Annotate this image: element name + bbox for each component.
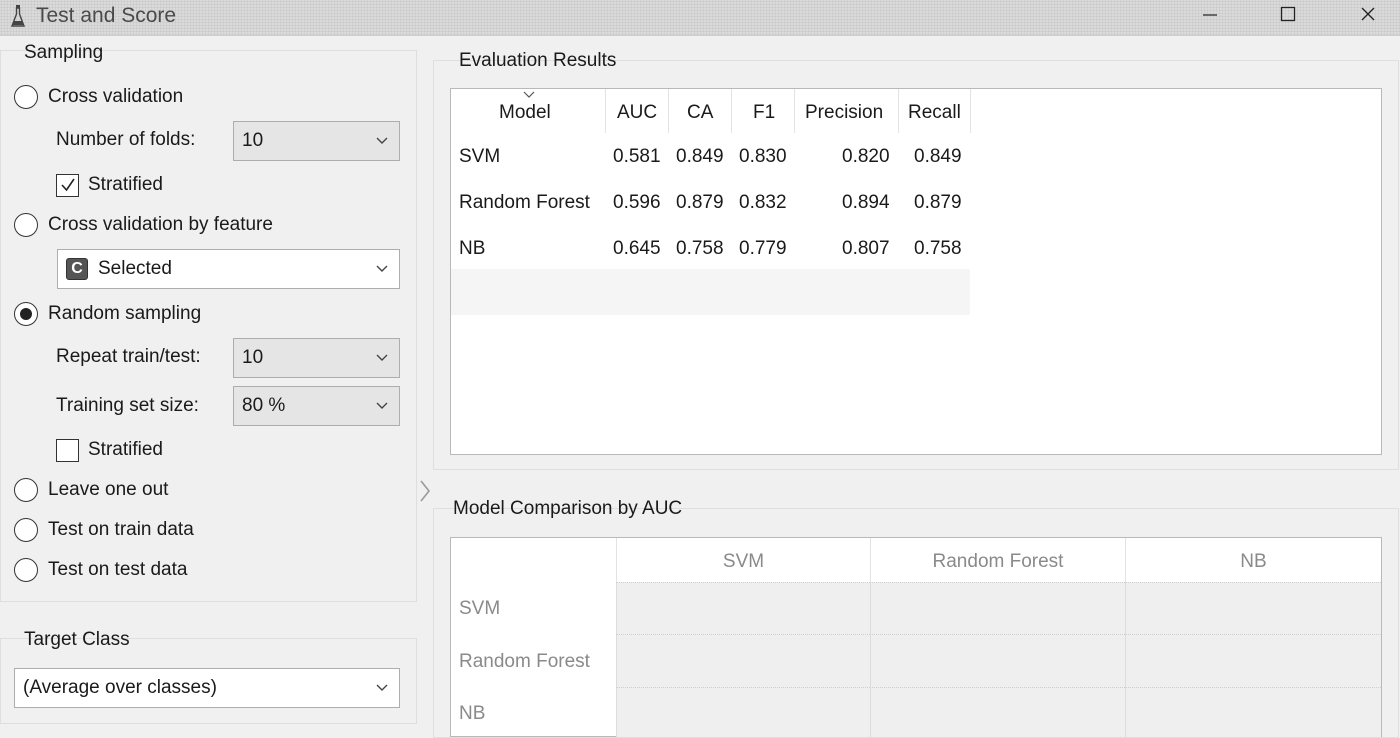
radio-test-on-train[interactable]: Test on train data (14, 516, 194, 544)
minimize-button[interactable] (1180, 0, 1240, 28)
stratified-cv-checkbox[interactable]: Stratified (56, 173, 163, 197)
train-size-select[interactable]: 80 % (233, 386, 400, 426)
table-cell: 0.849 (676, 146, 724, 167)
radio-button[interactable] (14, 302, 38, 326)
minimize-icon (1203, 14, 1217, 16)
column-header-auc[interactable]: AUC (617, 102, 657, 124)
chevron-right-icon[interactable] (418, 478, 432, 504)
radio-button[interactable] (14, 85, 38, 109)
table-row-highlight (451, 269, 970, 315)
table-cell: 0.894 (842, 192, 890, 213)
radio-cv-by-feature[interactable]: Cross validation by feature (14, 211, 273, 239)
chevron-down-icon (376, 137, 388, 144)
maximize-button[interactable] (1258, 0, 1318, 28)
comparison-cell (1125, 634, 1381, 687)
target-class-value: (Average over classes) (23, 677, 217, 698)
sort-indicator-icon (523, 91, 535, 98)
comparison-row-header: SVM (459, 598, 501, 619)
comparison-cell (616, 634, 870, 687)
checkbox-box[interactable] (56, 438, 79, 462)
chevron-down-icon (376, 265, 388, 272)
chevron-down-icon (376, 684, 388, 691)
comparison-row-header: Random Forest (459, 651, 590, 672)
train-size-value: 80 % (242, 395, 286, 416)
table-cell: 0.849 (914, 146, 962, 167)
table-cell: 0.645 (613, 238, 661, 259)
target-class-select[interactable]: (Average over classes) (14, 668, 400, 708)
checkmark-icon (60, 178, 75, 192)
table-cell: 0.758 (676, 238, 724, 259)
column-header-ca[interactable]: CA (687, 102, 713, 124)
feature-select[interactable]: C Selected (57, 249, 400, 289)
comparison-title: Model Comparison by AUC (453, 498, 683, 519)
table-cell: 0.820 (842, 146, 890, 167)
radio-label: Leave one out (48, 479, 169, 500)
chevron-down-icon (376, 402, 388, 409)
radio-leave-one-out[interactable]: Leave one out (14, 476, 168, 504)
radio-test-on-test[interactable]: Test on test data (14, 556, 187, 584)
comparison-column-header: SVM (722, 551, 765, 572)
column-header-recall[interactable]: Recall (908, 102, 961, 124)
column-header-precision[interactable]: Precision (805, 102, 883, 124)
radio-label: Cross validation (48, 86, 184, 107)
comparison-row-header: NB (459, 703, 486, 724)
comparison-cell (870, 634, 1125, 687)
comparison-cell (616, 582, 870, 634)
checkbox-box[interactable] (56, 173, 79, 197)
repeat-label: Repeat train/test: (56, 346, 201, 367)
table-cell: 0.807 (842, 238, 890, 259)
radio-label: Test on test data (48, 559, 188, 580)
table-cell: 0.758 (914, 238, 962, 259)
close-icon (1361, 7, 1375, 21)
radio-button[interactable] (14, 213, 38, 237)
folds-label: Number of folds: (56, 129, 196, 150)
comparison-table[interactable]: SVM Random Forest NB SVM Random Forest N… (450, 537, 1382, 737)
checkbox-label: Stratified (88, 174, 163, 195)
repeat-value: 10 (242, 347, 264, 368)
window-title: Test and Score (36, 4, 177, 27)
table-cell: 0.779 (739, 238, 787, 259)
table-cell-model: Random Forest (459, 192, 590, 213)
evaluation-table[interactable]: Model AUC CA F1 Precision Recall SVM 0.5… (450, 88, 1382, 455)
radio-label: Random sampling (48, 303, 202, 324)
evaluation-title: Evaluation Results (459, 50, 617, 71)
categorical-variable-icon: C (66, 258, 88, 280)
chevron-down-icon (376, 354, 388, 361)
table-cell: 0.581 (613, 146, 661, 167)
radio-random-sampling[interactable]: Random sampling (14, 300, 201, 328)
flask-icon (10, 5, 26, 27)
table-cell: 0.830 (739, 146, 787, 167)
maximize-icon (1280, 6, 1296, 22)
radio-label: Test on train data (48, 519, 194, 540)
repeat-select[interactable]: 10 (233, 338, 400, 378)
table-cell: 0.596 (613, 192, 661, 213)
radio-label: Cross validation by feature (48, 214, 273, 235)
folds-value: 10 (242, 130, 264, 151)
column-header-f1[interactable]: F1 (753, 102, 775, 124)
table-cell: 0.879 (676, 192, 724, 213)
title-bar: Test and Score (0, 0, 1400, 36)
sampling-title: Sampling (24, 42, 104, 63)
comparison-cell (870, 582, 1125, 634)
feature-value: Selected (98, 258, 172, 279)
train-size-label: Training set size: (56, 395, 199, 416)
comparison-cell (1125, 582, 1381, 634)
comparison-column-header: Random Forest (932, 551, 1064, 572)
table-cell-model: SVM (459, 146, 501, 167)
target-class-title: Target Class (24, 629, 130, 650)
table-cell-model: NB (459, 238, 486, 259)
close-button[interactable] (1338, 0, 1398, 28)
stratified-rs-checkbox[interactable]: Stratified (56, 438, 163, 462)
column-header-model[interactable]: Model (499, 102, 551, 124)
radio-button[interactable] (14, 518, 38, 542)
folds-select[interactable]: 10 (233, 121, 400, 161)
radio-button[interactable] (14, 558, 38, 582)
table-cell: 0.879 (914, 192, 962, 213)
radio-button[interactable] (14, 478, 38, 502)
table-cell: 0.832 (739, 192, 787, 213)
radio-cross-validation[interactable]: Cross validation (14, 83, 183, 111)
checkbox-label: Stratified (88, 439, 163, 460)
comparison-column-header: NB (1240, 551, 1267, 572)
